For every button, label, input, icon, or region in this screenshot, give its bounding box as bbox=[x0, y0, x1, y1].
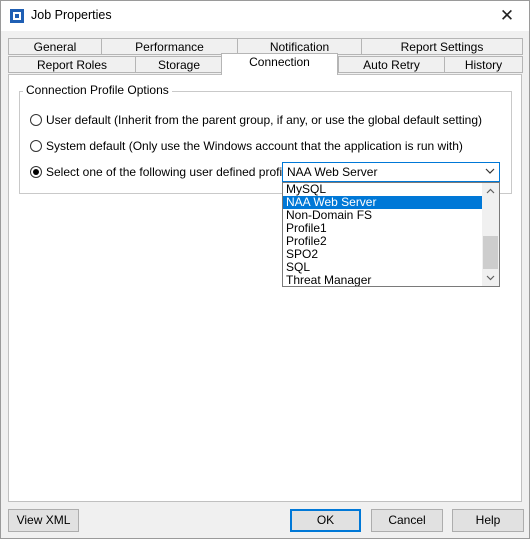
radio-label: System default (Only use the Windows acc… bbox=[46, 139, 463, 153]
tab-performance[interactable]: Performance bbox=[101, 38, 238, 55]
radio-label: User default (Inherit from the parent gr… bbox=[46, 113, 483, 127]
radio-button[interactable] bbox=[30, 140, 42, 152]
scroll-up-icon[interactable] bbox=[482, 183, 499, 200]
radio-button[interactable] bbox=[30, 114, 42, 126]
scroll-down-icon[interactable] bbox=[482, 269, 499, 286]
view-xml-button[interactable]: View XML bbox=[8, 509, 79, 532]
tab-connection[interactable]: Connection bbox=[221, 53, 338, 75]
window-title: Job Properties bbox=[31, 8, 112, 22]
radio-user-default[interactable]: User default (Inherit from the parent gr… bbox=[30, 112, 482, 128]
chevron-down-icon[interactable] bbox=[485, 166, 495, 176]
radio-button-checked[interactable] bbox=[30, 166, 42, 178]
ok-button[interactable]: OK bbox=[290, 509, 361, 532]
profile-select[interactable]: NAA Web Server bbox=[282, 162, 500, 182]
cancel-button[interactable]: Cancel bbox=[371, 509, 443, 532]
radio-label: Select one of the following user defined… bbox=[46, 165, 301, 179]
help-button[interactable]: Help bbox=[452, 509, 524, 532]
profile-option-threat-manager[interactable]: Threat Manager bbox=[283, 274, 482, 287]
tab-report-settings[interactable]: Report Settings bbox=[361, 38, 523, 55]
title-bar: Job Properties ✕ bbox=[1, 1, 529, 31]
app-icon bbox=[10, 9, 24, 23]
close-icon[interactable]: ✕ bbox=[485, 1, 529, 31]
group-title: Connection Profile Options bbox=[23, 83, 172, 97]
profile-dropdown-list[interactable]: MySQL NAA Web Server Non-Domain FS Profi… bbox=[282, 182, 500, 287]
tab-storage[interactable]: Storage bbox=[135, 56, 223, 73]
dropdown-scrollbar[interactable] bbox=[482, 183, 499, 286]
tab-report-roles[interactable]: Report Roles bbox=[8, 56, 136, 73]
profile-option-spo2[interactable]: SPO2 bbox=[283, 248, 482, 261]
radio-system-default[interactable]: System default (Only use the Windows acc… bbox=[30, 138, 463, 154]
radio-user-defined-profile[interactable]: Select one of the following user defined… bbox=[30, 164, 301, 180]
scrollbar-thumb[interactable] bbox=[483, 236, 498, 269]
profile-select-value: NAA Web Server bbox=[287, 165, 378, 179]
tab-auto-retry[interactable]: Auto Retry bbox=[338, 56, 445, 73]
tab-general[interactable]: General bbox=[8, 38, 102, 55]
job-properties-window: Job Properties ✕ General Performance Not… bbox=[0, 0, 530, 539]
tab-history[interactable]: History bbox=[444, 56, 523, 73]
